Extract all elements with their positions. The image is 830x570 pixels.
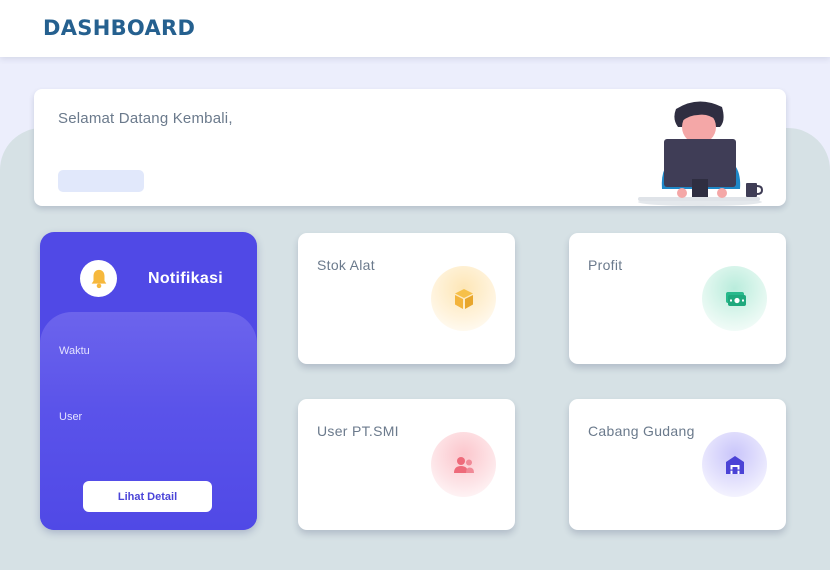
user-label: User <box>59 411 83 423</box>
user-name-placeholder <box>58 170 144 192</box>
card-user-pt-smi[interactable]: User PT.SMI <box>298 399 515 530</box>
card-label: Cabang Gudang <box>588 423 695 439</box>
card-stok-alat[interactable]: Stok Alat <box>298 233 515 364</box>
notification-panel: Notifikasi Waktu User Lihat Detail <box>40 232 257 530</box>
page-title: DASHBOARD <box>43 16 196 40</box>
welcome-greeting: Selamat Datang Kembali, <box>58 110 233 127</box>
notification-title: Notifikasi <box>148 270 224 287</box>
view-detail-button[interactable]: Lihat Detail <box>83 481 212 512</box>
icon-circle <box>431 266 496 331</box>
welcome-card: Selamat Datang Kembali, <box>34 89 786 206</box>
person-at-computer-illustration <box>638 101 764 206</box>
card-label: Profit <box>588 257 623 273</box>
time-label: Waktu <box>59 345 90 357</box>
icon-circle <box>702 266 767 331</box>
card-label: User PT.SMI <box>317 423 399 439</box>
icon-circle <box>702 432 767 497</box>
bell-badge <box>80 260 117 297</box>
box-icon <box>454 288 473 309</box>
card-cabang-gudang[interactable]: Cabang Gudang <box>569 399 786 530</box>
card-label: Stok Alat <box>317 257 375 273</box>
warehouse-icon <box>725 455 744 474</box>
icon-circle <box>431 432 496 497</box>
users-icon <box>453 456 474 473</box>
top-bar: DASHBOARD <box>0 0 830 57</box>
bell-icon <box>91 269 106 288</box>
money-icon <box>725 291 746 306</box>
card-profit[interactable]: Profit <box>569 233 786 364</box>
